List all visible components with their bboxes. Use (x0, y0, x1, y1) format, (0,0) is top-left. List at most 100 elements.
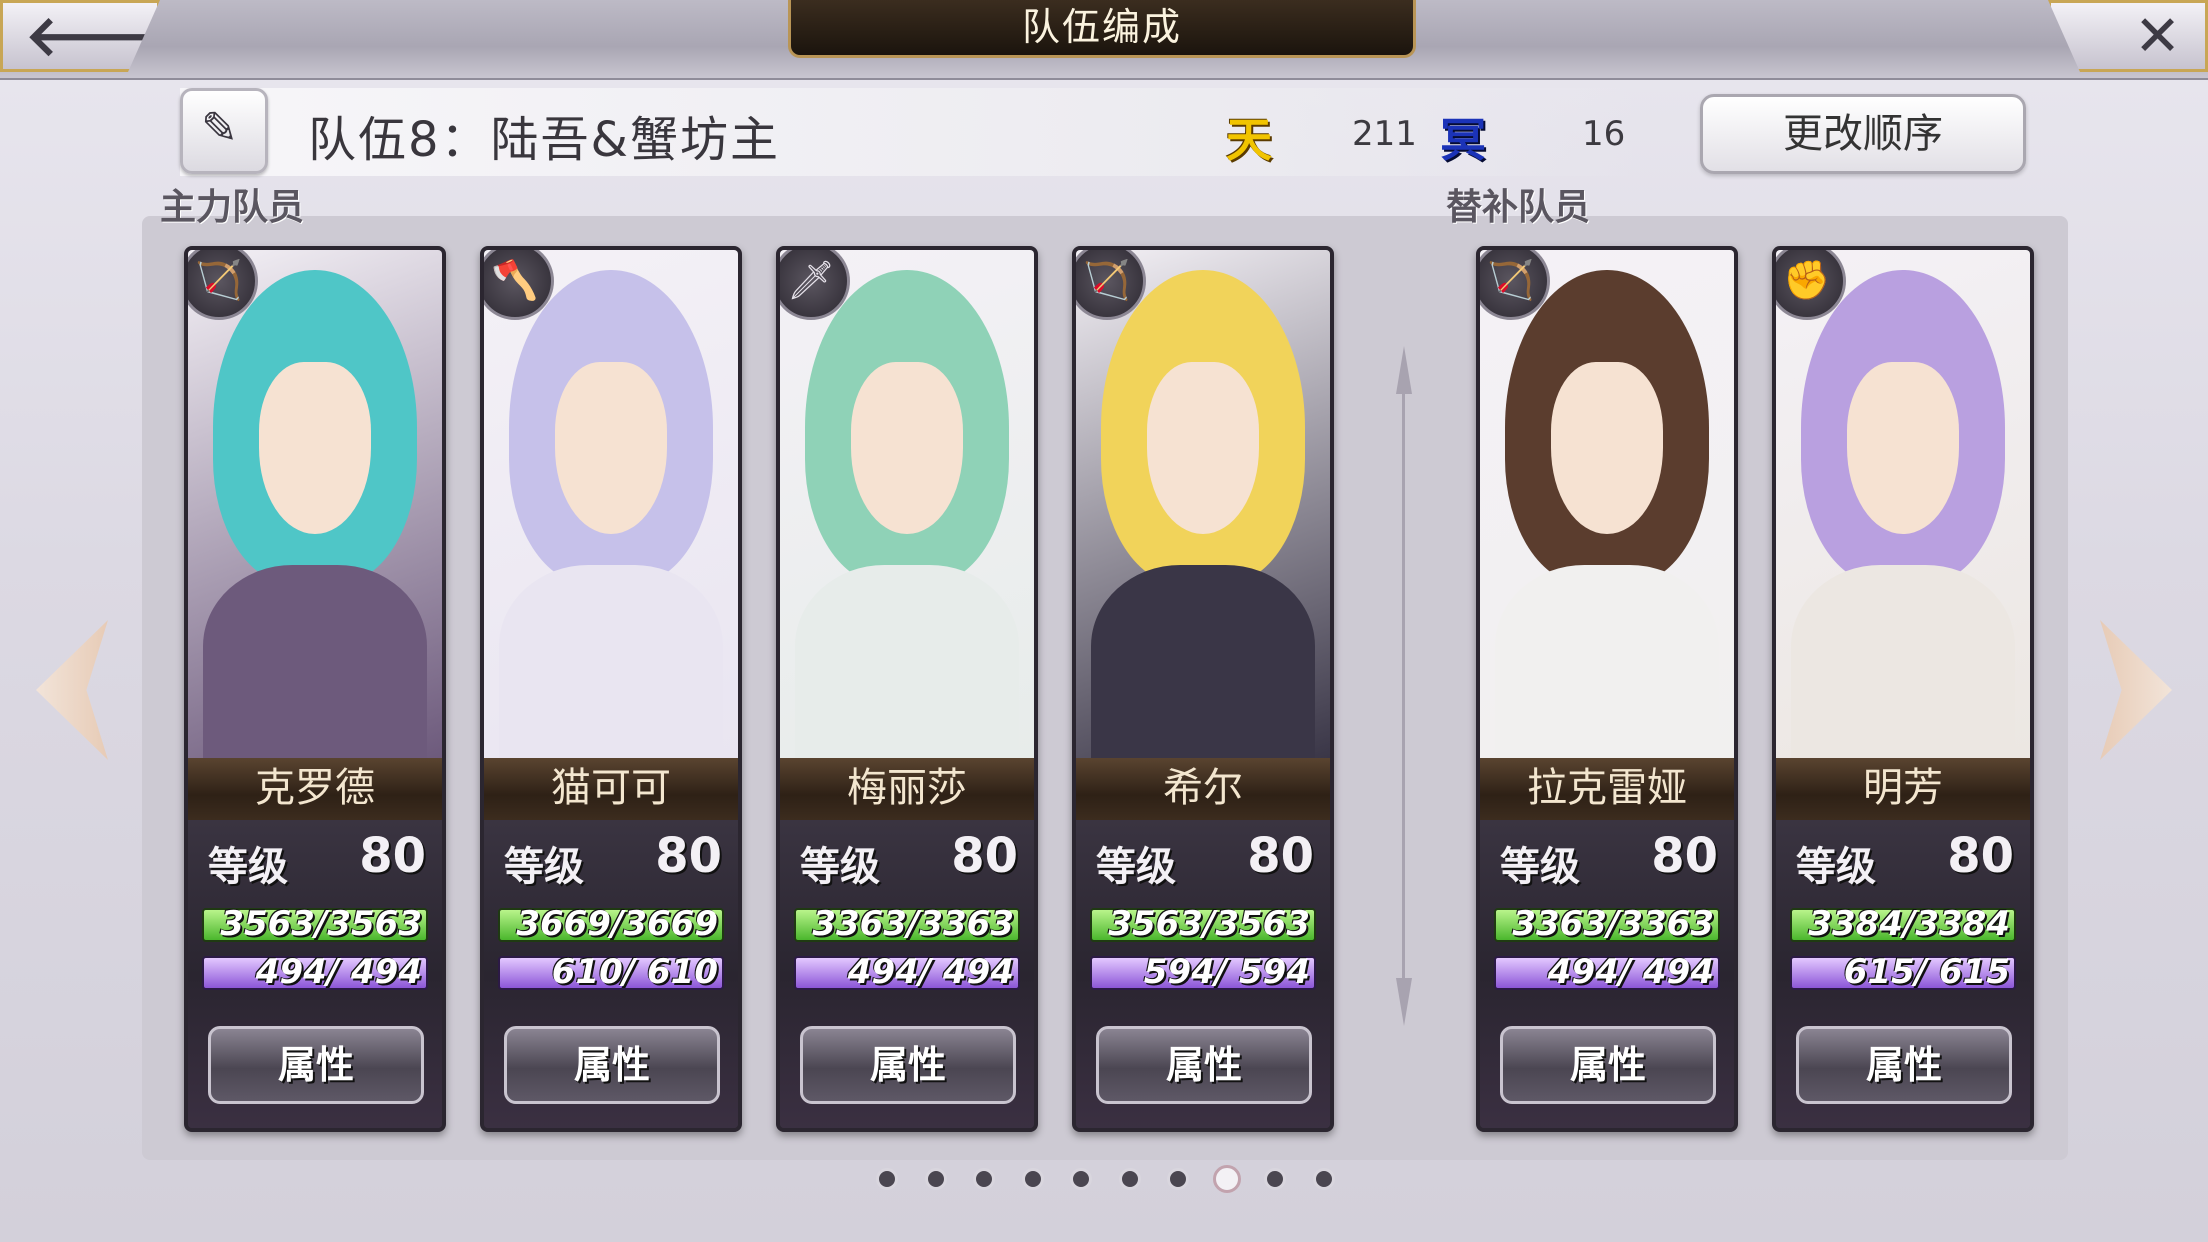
level-label: 等级 (208, 844, 288, 890)
attributes-button-label: 属性 (1569, 1043, 1646, 1087)
attributes-button[interactable]: 属性 (504, 1026, 720, 1104)
character-card[interactable]: 🏹 希尔 等级 80 3563/3563 594/ 594 属性 (1072, 246, 1334, 1132)
page-dot[interactable] (1070, 1168, 1092, 1190)
level-value: 80 (1947, 828, 2014, 884)
character-portrait (1076, 250, 1330, 769)
portrait-face (1847, 361, 1959, 535)
attributes-button[interactable]: 属性 (1096, 1026, 1312, 1104)
page-dot[interactable] (1312, 1168, 1335, 1190)
page-dot[interactable] (1212, 1165, 1241, 1193)
hp-value: 3563/3563 (1108, 904, 1310, 944)
change-order-button[interactable]: 更改顺序 (1700, 94, 2026, 174)
page-dot[interactable] (876, 1168, 898, 1190)
character-name-bar: 克罗德 (188, 758, 442, 820)
mp-value: 610/ 610 (551, 952, 718, 992)
character-portrait (780, 250, 1034, 769)
divider-down-arrow-icon (1396, 978, 1412, 1026)
level-label: 等级 (1500, 844, 1580, 890)
character-name-bar: 拉克雷娅 (1480, 758, 1734, 820)
portrait-body (795, 564, 1019, 769)
level-value: 80 (655, 828, 722, 884)
next-team-arrow-icon[interactable] (2100, 620, 2172, 760)
attributes-button[interactable]: 属性 (1796, 1026, 2012, 1104)
previous-team-arrow-icon[interactable] (36, 620, 108, 760)
attributes-button[interactable]: 属性 (800, 1026, 1016, 1104)
character-card[interactable]: 🏹 克罗德 等级 80 3563/3563 494/ 494 属性 (184, 246, 446, 1132)
portrait-body (499, 564, 723, 769)
character-stats: 等级 80 3363/3363 494/ 494 属性 (780, 820, 1034, 1128)
portrait-body (203, 564, 427, 769)
character-portrait (1480, 250, 1734, 769)
close-icon: ✕ (2134, 4, 2181, 69)
mp-value: 494/ 494 (1547, 952, 1714, 992)
level-value: 80 (359, 828, 426, 884)
character-name-bar: 希尔 (1076, 758, 1330, 820)
mp-bar: 615/ 615 (1790, 952, 2016, 992)
page-dot[interactable] (1118, 1168, 1141, 1190)
mp-value: 615/ 615 (1843, 952, 2010, 992)
mp-bar: 494/ 494 (794, 952, 1020, 992)
hp-bar: 3384/3384 (1790, 904, 2016, 944)
main-members-label: 主力队员 (160, 187, 305, 228)
character-name: 拉克雷娅 (1527, 765, 1687, 811)
level-value: 80 (1651, 828, 1718, 884)
nether-element-value: 16 (1582, 114, 1626, 154)
portrait-face (555, 361, 667, 535)
swap-divider (1396, 346, 1412, 1026)
divider-line (1402, 386, 1405, 986)
edit-team-name-button[interactable]: ✎ (180, 88, 268, 174)
team-name: 队伍8：陆吾&蟹坊主 (308, 112, 780, 168)
page-dot[interactable] (1021, 1168, 1044, 1190)
character-name: 克罗德 (255, 765, 375, 811)
character-name-bar: 梅丽莎 (780, 758, 1034, 820)
mp-value: 494/ 494 (847, 952, 1014, 992)
portrait-face (851, 361, 963, 535)
hp-value: 3363/3363 (1512, 904, 1714, 944)
mp-value: 494/ 494 (255, 952, 422, 992)
character-portrait (188, 250, 442, 769)
character-name: 梅丽莎 (847, 765, 967, 811)
page-dot[interactable] (973, 1168, 995, 1190)
character-name: 明芳 (1863, 765, 1943, 811)
character-name-bar: 猫可可 (484, 758, 738, 820)
page-dot[interactable] (1167, 1168, 1189, 1190)
character-portrait (1776, 250, 2030, 769)
mp-bar: 594/ 594 (1090, 952, 1316, 992)
portrait-body (1091, 564, 1315, 769)
character-stats: 等级 80 3563/3563 494/ 494 属性 (188, 820, 442, 1128)
attributes-button[interactable]: 属性 (1500, 1026, 1716, 1104)
page-dot[interactable] (924, 1168, 947, 1190)
portrait-face (1147, 361, 1259, 535)
page-title-banner: 队伍编成 (788, 0, 1416, 58)
portrait-body (1495, 564, 1719, 769)
level-label: 等级 (800, 844, 880, 890)
character-card[interactable]: 🪓 猫可可 等级 80 3669/3669 610/ 610 属性 (480, 246, 742, 1132)
hp-value: 3669/3669 (516, 904, 718, 944)
page-dot[interactable] (1264, 1168, 1286, 1190)
page-title: 队伍编成 (1021, 5, 1182, 49)
character-card[interactable]: ✊ 明芳 等级 80 3384/3384 615/ 615 属性 (1772, 246, 2034, 1132)
portrait-face (1551, 361, 1663, 535)
hp-value: 3363/3363 (812, 904, 1014, 944)
attributes-button-label: 属性 (1865, 1043, 1942, 1087)
hp-bar: 3563/3563 (1090, 904, 1316, 944)
character-card[interactable]: 🗡 梅丽莎 等级 80 3363/3363 494/ 494 属性 (776, 246, 1038, 1132)
team-pagination (0, 1165, 2208, 1198)
character-portrait (484, 250, 738, 769)
character-name: 希尔 (1163, 765, 1243, 811)
hp-bar: 3363/3363 (1494, 904, 1720, 944)
mp-bar: 494/ 494 (202, 952, 428, 992)
level-label: 等级 (1096, 844, 1176, 890)
hp-value: 3384/3384 (1808, 904, 2010, 944)
substitute-members-label: 替补队员 (1446, 187, 1591, 228)
attributes-button-label: 属性 (277, 1043, 354, 1087)
character-name: 猫可可 (551, 765, 671, 811)
attributes-button[interactable]: 属性 (208, 1026, 424, 1104)
pen-icon: ✎ (201, 103, 238, 154)
mp-bar: 610/ 610 (498, 952, 724, 992)
character-stats: 等级 80 3563/3563 594/ 594 属性 (1076, 820, 1330, 1128)
hp-bar: 3363/3363 (794, 904, 1020, 944)
character-stats: 等级 80 3363/3363 494/ 494 属性 (1480, 820, 1734, 1128)
attributes-button-label: 属性 (869, 1043, 946, 1087)
character-card[interactable]: 🏹 拉克雷娅 等级 80 3363/3363 494/ 494 属性 (1476, 246, 1738, 1132)
